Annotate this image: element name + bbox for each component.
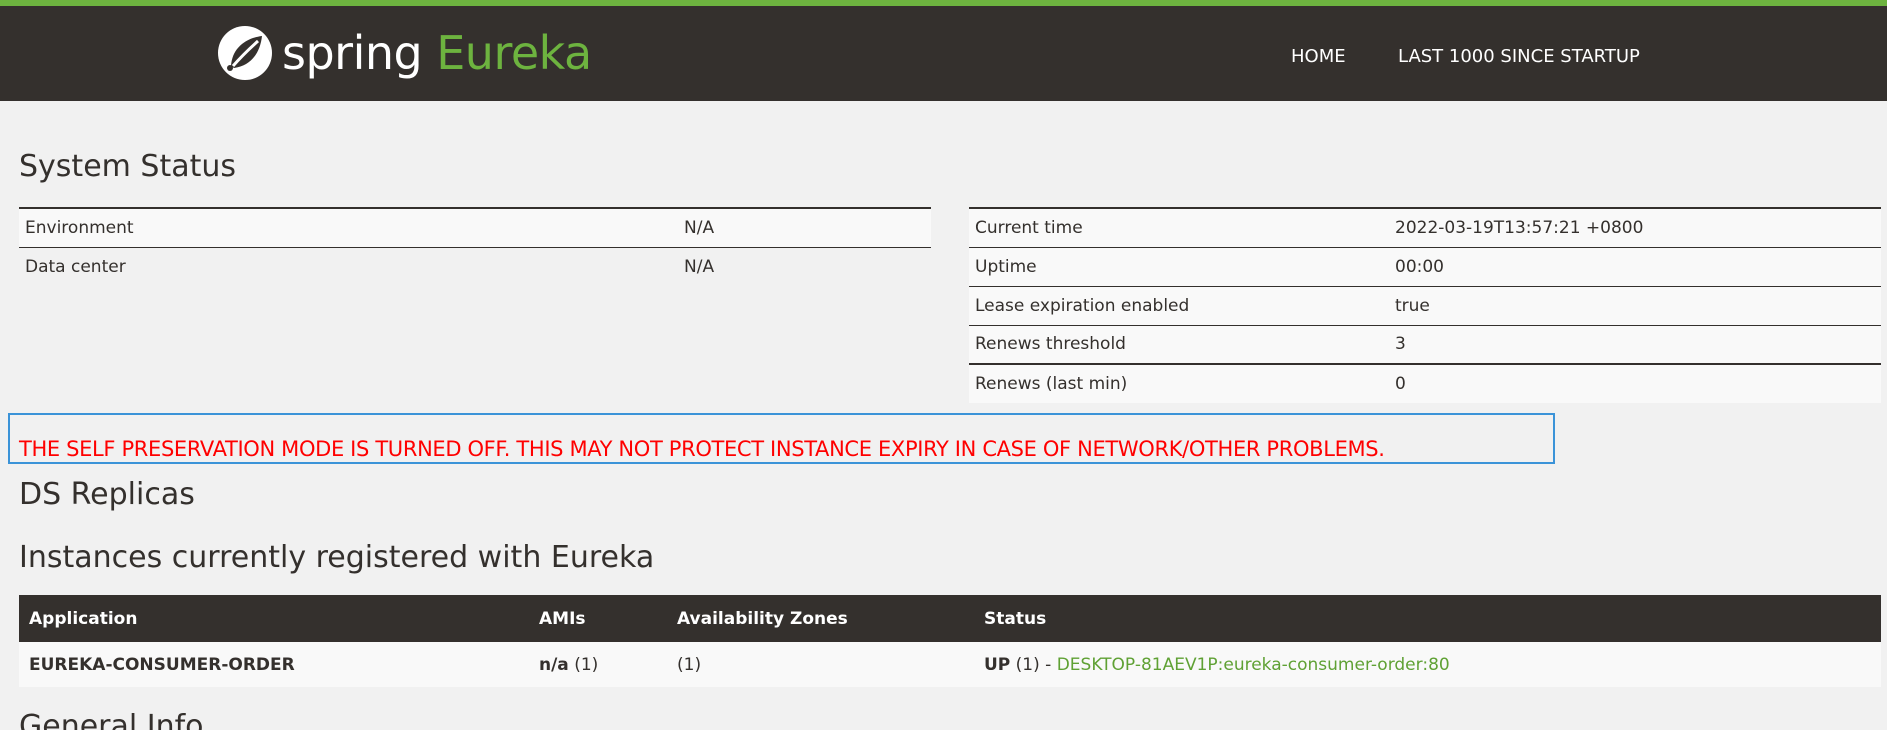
system-status-left-table: Environment N/A Data center N/A: [19, 207, 931, 286]
instance-link[interactable]: DESKTOP-81AEV1P:eureka-consumer-order:80: [1057, 655, 1450, 675]
general-info-heading: General Info: [19, 709, 204, 730]
status-value: 2022-03-19T13:57:21 +0800: [1389, 207, 1881, 247]
table-row: Lease expiration enabled true: [969, 285, 1881, 325]
logo-eureka-text: Eureka: [436, 26, 592, 80]
status-label: Environment: [19, 207, 678, 247]
instances-heading: Instances currently registered with Eure…: [19, 540, 655, 575]
nav-home-link[interactable]: HOME: [1291, 46, 1346, 67]
logo-spring-text: spring: [282, 26, 423, 80]
column-header-availability-zones: Availability Zones: [667, 595, 974, 642]
table-header-row: Application AMIs Availability Zones Stat…: [19, 595, 1881, 642]
status-label: UP: [984, 654, 1011, 675]
status-separator: -: [1045, 654, 1052, 675]
ds-replicas-heading: DS Replicas: [19, 477, 195, 512]
ami-cell: n/a (1): [529, 642, 667, 687]
instances-table: Application AMIs Availability Zones Stat…: [19, 595, 1881, 687]
status-label: Uptime: [969, 246, 1389, 286]
availability-zones-cell: (1): [667, 642, 974, 687]
nav-last-1000-link[interactable]: LAST 1000 SINCE STARTUP: [1398, 46, 1640, 67]
status-label: Renews threshold: [969, 324, 1389, 365]
application-name: EUREKA-CONSUMER-ORDER: [19, 642, 529, 687]
column-header-amis: AMIs: [529, 595, 667, 642]
status-value: 00:00: [1389, 246, 1881, 286]
status-label: Renews (last min): [969, 363, 1389, 403]
status-value: N/A: [678, 207, 931, 247]
status-cell: UP (1) - DESKTOP-81AEV1P:eureka-consumer…: [974, 642, 1881, 687]
column-header-application: Application: [19, 595, 529, 642]
table-row: Uptime 00:00: [969, 246, 1881, 286]
ami-label: n/a: [539, 654, 569, 675]
system-status-right-table: Current time 2022-03-19T13:57:21 +0800 U…: [969, 207, 1881, 403]
column-header-status: Status: [974, 595, 1881, 642]
table-row: Data center N/A: [19, 246, 931, 286]
table-row: Current time 2022-03-19T13:57:21 +0800: [969, 207, 1881, 247]
ami-count: (1): [574, 654, 599, 675]
table-row: EUREKA-CONSUMER-ORDER n/a (1) (1) UP (1)…: [19, 642, 1881, 687]
status-value: N/A: [678, 246, 931, 286]
self-preservation-warning: THE SELF PRESERVATION MODE IS TURNED OFF…: [19, 437, 1385, 461]
table-row: Renews (last min) 0: [969, 363, 1881, 403]
status-value: 0: [1389, 363, 1881, 403]
spring-leaf-icon: [218, 26, 272, 80]
status-label: Data center: [19, 246, 678, 286]
table-row: Environment N/A: [19, 207, 931, 247]
status-value: 3: [1389, 324, 1881, 365]
status-value: true: [1389, 285, 1881, 325]
top-navbar: spring Eureka HOME LAST 1000 SINCE START…: [0, 0, 1887, 101]
spring-eureka-logo[interactable]: spring Eureka: [216, 20, 592, 86]
table-row: Renews threshold 3: [969, 324, 1881, 365]
status-count: (1): [1015, 654, 1040, 675]
status-label: Current time: [969, 207, 1389, 247]
system-status-heading: System Status: [19, 149, 237, 184]
status-label: Lease expiration enabled: [969, 285, 1389, 325]
